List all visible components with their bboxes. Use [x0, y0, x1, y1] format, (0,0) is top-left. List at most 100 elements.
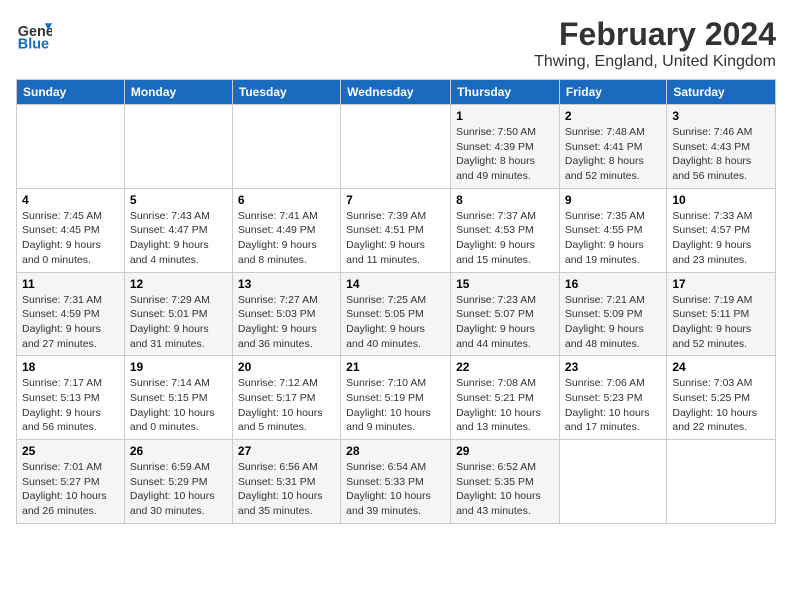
calendar-cell [341, 105, 451, 189]
day-info: Sunrise: 7:45 AM Sunset: 4:45 PM Dayligh… [22, 209, 119, 268]
calendar-cell: 13Sunrise: 7:27 AM Sunset: 5:03 PM Dayli… [232, 272, 340, 356]
calendar-cell: 22 Sunrise: 7:08 AM Sunset: 5:21 PM Dayli… [451, 356, 560, 440]
calendar-week-row: 4 Sunrise: 7:45 AM Sunset: 4:45 PM Daylig… [17, 188, 776, 272]
day-info: Sunrise: 7:17 AM Sunset: 5:13 PM Dayligh… [22, 376, 119, 435]
day-of-week-header: Thursday [451, 80, 560, 105]
day-number: 27 [238, 444, 335, 458]
day-info: Sunrise: 7:43 AM Sunset: 4:47 PM Dayligh… [130, 209, 227, 268]
calendar-cell: 12 Sunrise: 7:29 AM Sunset: 5:01 PM Dayli… [124, 272, 232, 356]
day-number: 18 [22, 360, 119, 374]
day-info: Sunrise: 7:06 AM Sunset: 5:23 PM Dayligh… [565, 376, 661, 435]
calendar-week-row: 1Sunrise: 7:50 AM Sunset: 4:39 PM Daylig… [17, 105, 776, 189]
calendar-table: SundayMondayTuesdayWednesdayThursdayFrid… [16, 79, 776, 524]
calendar-cell: 16 Sunrise: 7:21 AM Sunset: 5:09 PM Dayli… [559, 272, 666, 356]
day-info: Sunrise: 7:23 AM Sunset: 5:07 PM Dayligh… [456, 293, 554, 352]
day-of-week-header: Friday [559, 80, 666, 105]
day-info: Sunrise: 6:56 AM Sunset: 5:31 PM Dayligh… [238, 460, 335, 519]
calendar-cell: 1Sunrise: 7:50 AM Sunset: 4:39 PM Daylig… [451, 105, 560, 189]
day-number: 3 [672, 109, 770, 123]
day-number: 4 [22, 193, 119, 207]
day-number: 14 [346, 277, 445, 291]
day-number: 7 [346, 193, 445, 207]
day-info: Sunrise: 7:37 AM Sunset: 4:53 PM Dayligh… [456, 209, 554, 268]
day-info: Sunrise: 7:14 AM Sunset: 5:15 PM Dayligh… [130, 376, 227, 435]
day-info: Sunrise: 7:08 AM Sunset: 5:21 PM Dayligh… [456, 376, 554, 435]
calendar-cell: 10Sunrise: 7:33 AM Sunset: 4:57 PM Dayli… [667, 188, 776, 272]
calendar-cell: 7 Sunrise: 7:39 AM Sunset: 4:51 PM Daylig… [341, 188, 451, 272]
day-number: 25 [22, 444, 119, 458]
day-number: 5 [130, 193, 227, 207]
day-info: Sunrise: 7:19 AM Sunset: 5:11 PM Dayligh… [672, 293, 770, 352]
day-number: 15 [456, 277, 554, 291]
calendar-cell: 18 Sunrise: 7:17 AM Sunset: 5:13 PM Dayli… [17, 356, 125, 440]
day-info: Sunrise: 7:35 AM Sunset: 4:55 PM Dayligh… [565, 209, 661, 268]
day-number: 16 [565, 277, 661, 291]
day-info: Sunrise: 7:41 AM Sunset: 4:49 PM Dayligh… [238, 209, 335, 268]
header: General Blue February 2024 Thwing, Engla… [16, 16, 776, 71]
calendar-cell: 8 Sunrise: 7:37 AM Sunset: 4:53 PM Daylig… [451, 188, 560, 272]
day-number: 8 [456, 193, 554, 207]
day-number: 23 [565, 360, 661, 374]
calendar-cell: 27 Sunrise: 6:56 AM Sunset: 5:31 PM Dayli… [232, 440, 340, 524]
day-number: 19 [130, 360, 227, 374]
calendar-week-row: 25Sunrise: 7:01 AM Sunset: 5:27 PM Dayli… [17, 440, 776, 524]
day-number: 11 [22, 277, 119, 291]
calendar-cell: 14 Sunrise: 7:25 AM Sunset: 5:05 PM Dayli… [341, 272, 451, 356]
day-number: 28 [346, 444, 445, 458]
day-number: 17 [672, 277, 770, 291]
calendar-cell: 26 Sunrise: 6:59 AM Sunset: 5:29 PM Dayli… [124, 440, 232, 524]
calendar-cell: 24 Sunrise: 7:03 AM Sunset: 5:25 PM Dayli… [667, 356, 776, 440]
calendar-cell: 15 Sunrise: 7:23 AM Sunset: 5:07 PM Dayli… [451, 272, 560, 356]
logo: General Blue [16, 16, 52, 52]
day-info: Sunrise: 7:25 AM Sunset: 5:05 PM Dayligh… [346, 293, 445, 352]
calendar-cell: 4 Sunrise: 7:45 AM Sunset: 4:45 PM Daylig… [17, 188, 125, 272]
day-of-week-header: Tuesday [232, 80, 340, 105]
day-info: Sunrise: 6:59 AM Sunset: 5:29 PM Dayligh… [130, 460, 227, 519]
calendar-cell [124, 105, 232, 189]
calendar-cell: 28Sunrise: 6:54 AM Sunset: 5:33 PM Dayli… [341, 440, 451, 524]
day-number: 26 [130, 444, 227, 458]
day-info: Sunrise: 7:12 AM Sunset: 5:17 PM Dayligh… [238, 376, 335, 435]
calendar-week-row: 11 Sunrise: 7:31 AM Sunset: 4:59 PM Dayli… [17, 272, 776, 356]
day-of-week-header: Saturday [667, 80, 776, 105]
day-info: Sunrise: 7:29 AM Sunset: 5:01 PM Dayligh… [130, 293, 227, 352]
calendar-body: 1Sunrise: 7:50 AM Sunset: 4:39 PM Daylig… [17, 105, 776, 524]
day-info: Sunrise: 7:03 AM Sunset: 5:25 PM Dayligh… [672, 376, 770, 435]
day-info: Sunrise: 7:39 AM Sunset: 4:51 PM Dayligh… [346, 209, 445, 268]
day-of-week-header: Sunday [17, 80, 125, 105]
calendar-cell: 17 Sunrise: 7:19 AM Sunset: 5:11 PM Dayli… [667, 272, 776, 356]
calendar-cell: 2Sunrise: 7:48 AM Sunset: 4:41 PM Daylig… [559, 105, 666, 189]
day-info: Sunrise: 7:10 AM Sunset: 5:19 PM Dayligh… [346, 376, 445, 435]
day-number: 22 [456, 360, 554, 374]
calendar-cell [667, 440, 776, 524]
day-number: 12 [130, 277, 227, 291]
svg-text:Blue: Blue [18, 36, 49, 52]
calendar-cell: 19 Sunrise: 7:14 AM Sunset: 5:15 PM Dayli… [124, 356, 232, 440]
day-info: Sunrise: 7:33 AM Sunset: 4:57 PM Dayligh… [672, 209, 770, 268]
calendar-cell [559, 440, 666, 524]
calendar-cell: 21 Sunrise: 7:10 AM Sunset: 5:19 PM Dayli… [341, 356, 451, 440]
day-number: 13 [238, 277, 335, 291]
title-area: February 2024 Thwing, England, United Ki… [534, 16, 776, 71]
day-number: 20 [238, 360, 335, 374]
day-info: Sunrise: 7:46 AM Sunset: 4:43 PM Dayligh… [672, 125, 770, 184]
calendar-cell [17, 105, 125, 189]
calendar-cell [232, 105, 340, 189]
day-of-week-header: Wednesday [341, 80, 451, 105]
day-number: 1 [456, 109, 554, 123]
day-info: Sunrise: 6:52 AM Sunset: 5:35 PM Dayligh… [456, 460, 554, 519]
day-number: 29 [456, 444, 554, 458]
calendar-cell: 11 Sunrise: 7:31 AM Sunset: 4:59 PM Dayli… [17, 272, 125, 356]
day-number: 6 [238, 193, 335, 207]
day-of-week-header: Monday [124, 80, 232, 105]
day-number: 24 [672, 360, 770, 374]
day-number: 21 [346, 360, 445, 374]
location-title: Thwing, England, United Kingdom [534, 53, 776, 71]
calendar-cell: 29 Sunrise: 6:52 AM Sunset: 5:35 PM Dayli… [451, 440, 560, 524]
logo-icon: General Blue [16, 16, 52, 52]
day-info: Sunrise: 7:31 AM Sunset: 4:59 PM Dayligh… [22, 293, 119, 352]
calendar-cell: 25Sunrise: 7:01 AM Sunset: 5:27 PM Dayli… [17, 440, 125, 524]
calendar-cell: 20 Sunrise: 7:12 AM Sunset: 5:17 PM Dayli… [232, 356, 340, 440]
day-info: Sunrise: 7:21 AM Sunset: 5:09 PM Dayligh… [565, 293, 661, 352]
calendar-cell: 5 Sunrise: 7:43 AM Sunset: 4:47 PM Daylig… [124, 188, 232, 272]
